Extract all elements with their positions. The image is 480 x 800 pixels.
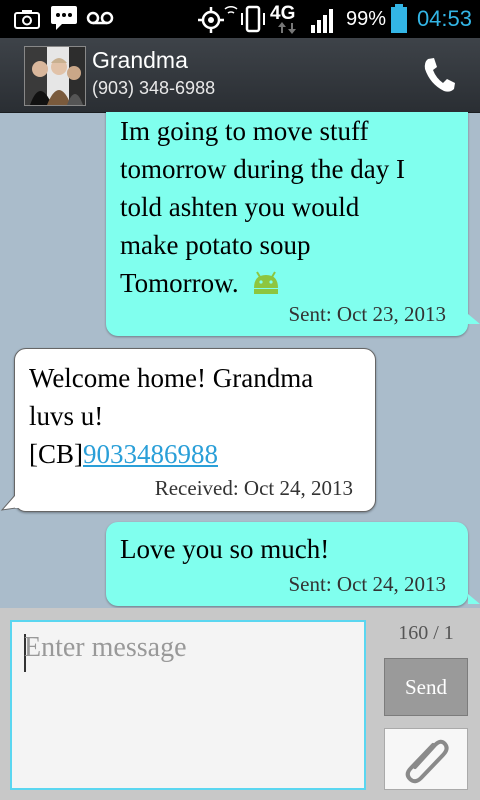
- character-counter: 160 / 1: [398, 622, 454, 644]
- message-text: Love you so much!: [120, 530, 329, 568]
- gps-icon: [198, 7, 224, 33]
- conversation-header: Grandma (903) 348-6988: [0, 38, 480, 113]
- message-line: Tomorrow.: [120, 264, 405, 302]
- signal-icon: [311, 9, 333, 33]
- message-composer: Enter message 160 / 1 Send: [0, 608, 480, 800]
- message-line-text: Tomorrow.: [120, 268, 239, 298]
- message-line: tomorrow during the day I: [120, 154, 405, 184]
- android-icon: [254, 271, 279, 294]
- sent-message-bubble[interactable]: Im going to move stuff tomorrow during t…: [106, 112, 480, 336]
- contact-name[interactable]: Grandma: [92, 47, 188, 74]
- message-line: luvs u!: [29, 401, 104, 431]
- callback-prefix: [CB]: [29, 439, 83, 469]
- attach-button[interactable]: [384, 728, 468, 790]
- battery-icon: [391, 4, 407, 33]
- status-bar: 4G 99% 04:53: [0, 0, 480, 38]
- message-text: Welcome home! Grandma luvs u! [CB]903348…: [29, 359, 313, 473]
- send-button[interactable]: Send: [384, 658, 468, 716]
- message-line: told ashten you would: [120, 192, 360, 222]
- message-input[interactable]: Enter message: [10, 620, 366, 790]
- message-line: make potato soup: [120, 230, 311, 260]
- clock: 04:53: [416, 6, 472, 31]
- message-text: Im going to move stuff tomorrow during t…: [120, 112, 405, 302]
- data-arrows-icon: [278, 22, 296, 34]
- received-message-bubble[interactable]: Welcome home! Grandma luvs u! [CB]903348…: [14, 348, 376, 512]
- phone-number-link[interactable]: 9033486988: [83, 439, 218, 469]
- message-line: Im going to move stuff: [120, 116, 369, 146]
- paperclip-icon: [405, 739, 449, 784]
- bubble-tail: [468, 314, 480, 324]
- sent-message-bubble[interactable]: Love you so much! Sent: Oct 24, 2013: [106, 522, 480, 606]
- message-line: [CB]9033486988: [29, 435, 313, 473]
- voicemail-icon: [86, 11, 114, 25]
- vibrate-icon: [241, 5, 265, 33]
- bubble-tail: [0, 494, 20, 511]
- camera-icon: [14, 10, 40, 29]
- message-input-placeholder: Enter message: [24, 632, 187, 663]
- call-button[interactable]: [422, 56, 456, 94]
- contact-number: (903) 348-6988: [92, 78, 216, 98]
- message-line: Welcome home! Grandma: [29, 363, 314, 393]
- message-timestamp: Sent: Oct 24, 2013: [288, 572, 447, 596]
- battery-percent: 99%: [346, 8, 387, 30]
- message-line: Love you so much!: [120, 534, 330, 564]
- message-timestamp: Received: Oct 24, 2013: [154, 476, 353, 500]
- bubble-tail: [468, 594, 480, 604]
- phone-icon: [424, 58, 455, 92]
- message-icon: [51, 6, 77, 30]
- wifi-icon: [224, 5, 238, 14]
- contact-avatar[interactable]: [24, 46, 86, 106]
- message-thread[interactable]: Im going to move stuff tomorrow during t…: [0, 112, 480, 608]
- message-timestamp: Sent: Oct 23, 2013: [288, 302, 447, 326]
